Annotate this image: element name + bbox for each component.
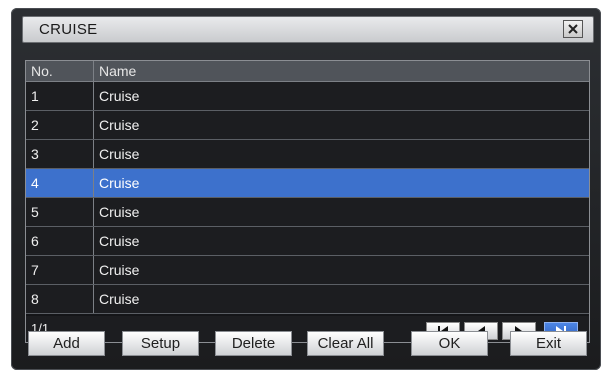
dialog-titlebar: CRUISE	[22, 16, 594, 43]
table-row[interactable]: 8 Cruise	[26, 285, 589, 314]
close-x-icon	[568, 24, 578, 34]
table-row[interactable]: 3 Cruise	[26, 140, 589, 169]
row-name: Cruise	[99, 117, 140, 133]
table-row[interactable]: 6 Cruise	[26, 227, 589, 256]
row-name: Cruise	[99, 175, 140, 191]
column-header-name[interactable]: Name	[94, 61, 590, 81]
row-number: 8	[26, 285, 94, 313]
add-button[interactable]: Add	[28, 331, 105, 356]
row-number: 3	[26, 140, 94, 168]
list-header: No. Name	[26, 61, 589, 82]
delete-button[interactable]: Delete	[215, 331, 292, 356]
row-number: 6	[26, 227, 94, 255]
table-row[interactable]: 7 Cruise	[26, 256, 589, 285]
row-name: Cruise	[99, 291, 140, 307]
row-name: Cruise	[99, 88, 140, 104]
table-row[interactable]: 1 Cruise	[26, 82, 589, 111]
row-name: Cruise	[99, 146, 140, 162]
table-row[interactable]: 2 Cruise	[26, 111, 589, 140]
row-number: 2	[26, 111, 94, 139]
table-row[interactable]: 5 Cruise	[26, 198, 589, 227]
row-number: 7	[26, 256, 94, 284]
cruise-list: No. Name 1 Cruise 2 Cruise 3 Cruise 4 Cr…	[25, 60, 590, 343]
setup-button[interactable]: Setup	[122, 331, 199, 356]
clear-all-button[interactable]: Clear All	[307, 331, 384, 356]
row-number: 5	[26, 198, 94, 226]
row-name: Cruise	[99, 262, 140, 278]
row-number: 1	[26, 82, 94, 110]
close-button[interactable]	[563, 20, 583, 38]
row-name: Cruise	[99, 204, 140, 220]
row-name: Cruise	[99, 233, 140, 249]
table-row-selected[interactable]: 4 Cruise	[26, 169, 589, 198]
ok-button[interactable]: OK	[411, 331, 488, 356]
column-header-no[interactable]: No.	[26, 61, 94, 81]
exit-button[interactable]: Exit	[510, 331, 587, 356]
dialog-title: CRUISE	[39, 21, 98, 38]
row-number: 4	[26, 169, 94, 197]
